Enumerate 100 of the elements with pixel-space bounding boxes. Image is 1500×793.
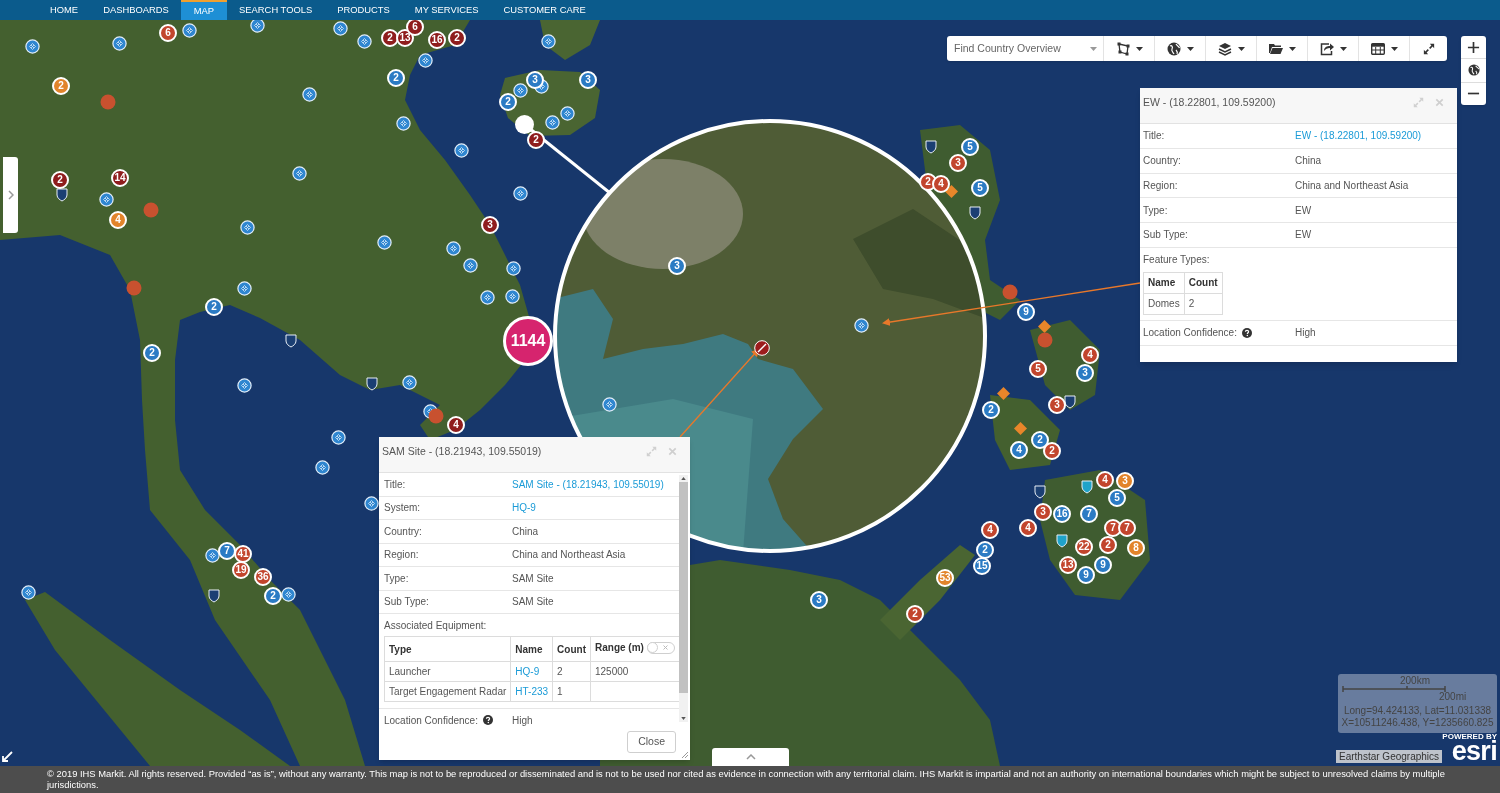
map-marker-icon[interactable] xyxy=(512,185,528,201)
column-label: Range (m) xyxy=(595,641,644,655)
caret-icon xyxy=(1390,46,1398,51)
shield-marker-icon[interactable] xyxy=(1034,485,1046,499)
field-label: System: xyxy=(384,501,421,516)
map-marker-icon[interactable] xyxy=(236,280,252,296)
close-button[interactable]: Close xyxy=(627,731,676,753)
nav-tab[interactable]: MY SERVICES xyxy=(402,0,492,20)
map-marker-icon[interactable] xyxy=(111,35,127,51)
map-marker-icon[interactable] xyxy=(236,377,252,393)
map-marker-icon[interactable] xyxy=(239,219,255,235)
nav-tab[interactable]: DASHBOARDS xyxy=(90,0,182,20)
scale-mi-label: 200mi xyxy=(1439,692,1467,702)
map-marker-icon[interactable] xyxy=(853,317,869,333)
map-marker-icon[interactable] xyxy=(356,33,372,49)
map-marker-icon[interactable] xyxy=(453,142,469,158)
help-icon[interactable] xyxy=(1241,327,1252,338)
diagonal-arrow-icon[interactable] xyxy=(1,751,13,763)
map-marker-icon[interactable] xyxy=(280,586,296,602)
dot-marker-icon[interactable] xyxy=(100,94,116,110)
map-marker-icon[interactable] xyxy=(24,38,40,54)
map-marker-icon[interactable] xyxy=(20,584,36,600)
diamond-marker-icon[interactable] xyxy=(1013,421,1027,435)
shield-marker-icon[interactable] xyxy=(1081,480,1093,494)
field-label: Type: xyxy=(1143,203,1168,218)
shield-marker-icon[interactable] xyxy=(925,140,937,154)
dot-marker-icon[interactable] xyxy=(1002,284,1018,300)
shield-marker-icon[interactable] xyxy=(208,589,220,603)
map-marker-icon[interactable] xyxy=(559,105,575,121)
map-marker-icon[interactable] xyxy=(314,459,330,475)
site-marker-icon[interactable] xyxy=(754,340,770,356)
nav-tab[interactable]: PRODUCTS xyxy=(324,0,403,20)
nav-tab[interactable]: SEARCH TOOLS xyxy=(226,0,325,20)
globe-icon xyxy=(1467,64,1480,77)
field-link[interactable]: EW - (18.22801, 109.59200) xyxy=(1295,128,1422,144)
nav-tab[interactable]: MAP xyxy=(181,0,227,20)
range-toggle[interactable] xyxy=(646,641,675,654)
layers-icon xyxy=(1217,41,1232,56)
table-cell: Target Engagement Radar xyxy=(384,681,511,702)
shield-marker-icon[interactable] xyxy=(969,206,981,220)
map-marker-icon[interactable] xyxy=(401,374,417,390)
map-marker-icon[interactable] xyxy=(544,114,560,130)
map-marker-icon[interactable] xyxy=(445,240,461,256)
map-marker-icon[interactable] xyxy=(291,165,307,181)
scroll-down-arrow-icon[interactable] xyxy=(681,717,686,720)
map-marker-icon[interactable] xyxy=(540,33,556,49)
shield-marker-icon[interactable] xyxy=(1064,395,1076,409)
share-icon xyxy=(1319,41,1334,56)
field-link[interactable]: SAM Site - (18.21943, 109.55019) xyxy=(512,476,664,492)
dot-marker-icon[interactable] xyxy=(428,408,444,424)
dot-marker-icon[interactable] xyxy=(126,280,142,296)
map-marker-icon[interactable] xyxy=(363,495,379,511)
scroll-up-arrow-icon[interactable] xyxy=(681,477,686,480)
table-header-cell: Type xyxy=(384,636,511,662)
field-label: Region: xyxy=(384,548,419,563)
caret-icon xyxy=(1339,46,1347,51)
expand-icon xyxy=(1422,42,1435,55)
dot-marker-icon[interactable] xyxy=(1037,332,1053,348)
shield-marker-icon[interactable] xyxy=(285,334,297,348)
map-marker-icon[interactable] xyxy=(249,20,265,33)
nav-tab[interactable]: HOME xyxy=(37,0,91,20)
map-marker-icon[interactable] xyxy=(332,20,348,36)
map-marker-icon[interactable] xyxy=(98,191,114,207)
table-cell: Launcher xyxy=(384,661,511,682)
table-header-cell: Name xyxy=(1143,272,1185,294)
map-marker-icon[interactable] xyxy=(417,52,433,68)
map-marker-icon[interactable] xyxy=(601,396,617,412)
chevron-right-icon xyxy=(7,190,14,200)
caret-icon xyxy=(1186,46,1194,51)
diamond-marker-icon[interactable] xyxy=(944,184,958,198)
dot-marker-icon[interactable] xyxy=(143,202,159,218)
shield-marker-icon[interactable] xyxy=(366,377,378,391)
map-marker-icon[interactable] xyxy=(504,288,520,304)
powered-by-text: POWERED BY xyxy=(1442,733,1497,741)
equipment-link[interactable]: HT-233 xyxy=(515,686,549,697)
map-marker-icon[interactable] xyxy=(479,289,495,305)
field-value: China and Northeast Asia xyxy=(512,548,626,563)
field-label: Country: xyxy=(1143,154,1181,169)
nav-tab[interactable]: CUSTOMER CARE xyxy=(491,0,599,20)
equipment-link[interactable]: HQ-9 xyxy=(515,666,540,677)
map-marker-icon[interactable] xyxy=(181,22,197,38)
diamond-marker-icon[interactable] xyxy=(1037,319,1051,333)
map-marker-icon[interactable] xyxy=(512,82,528,98)
map-marker-icon[interactable] xyxy=(204,547,220,563)
field-label: Title: xyxy=(384,477,406,492)
map-marker-icon[interactable] xyxy=(505,260,521,276)
country-select[interactable]: Find Country Overview xyxy=(947,36,1103,61)
field-link[interactable]: HQ-9 xyxy=(512,500,536,516)
map-marker-icon[interactable] xyxy=(395,115,411,131)
field-value: China xyxy=(1295,154,1322,169)
diamond-marker-icon[interactable] xyxy=(996,386,1010,400)
map-marker-icon[interactable] xyxy=(330,429,346,445)
shield-marker-icon[interactable] xyxy=(1056,534,1068,548)
popup-title: SAM Site - (18.21943, 109.55019) xyxy=(382,445,543,457)
resize-grip-icon[interactable] xyxy=(681,751,689,759)
map-marker-icon[interactable] xyxy=(376,234,392,250)
help-icon[interactable] xyxy=(482,715,493,726)
map-marker-icon[interactable] xyxy=(301,86,317,102)
map-marker-icon[interactable] xyxy=(462,257,478,273)
shield-marker-icon[interactable] xyxy=(56,188,68,202)
